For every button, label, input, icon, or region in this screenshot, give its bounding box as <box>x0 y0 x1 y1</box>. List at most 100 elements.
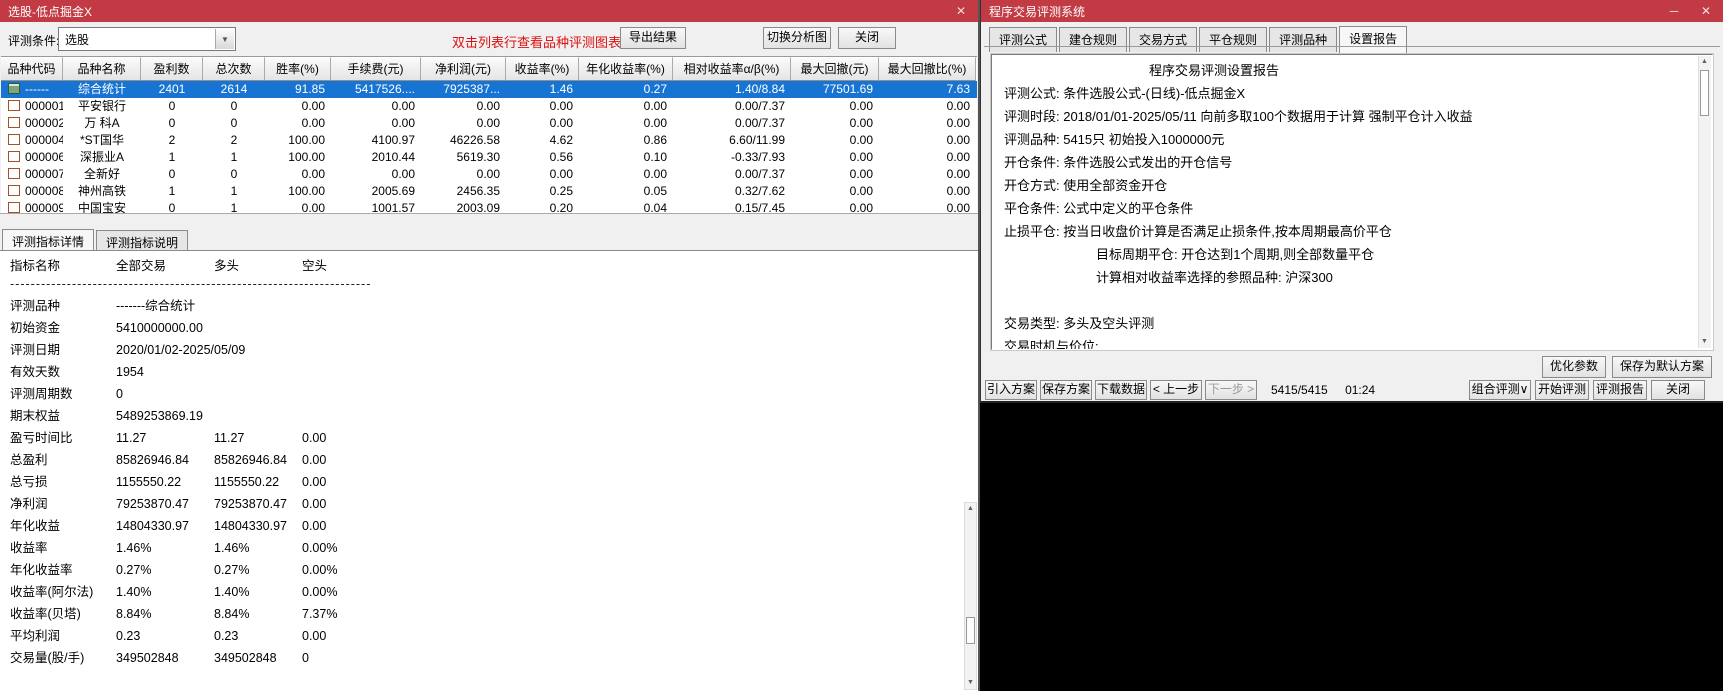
chevron-down-icon: ▼ <box>221 35 229 44</box>
column-header[interactable]: 最大回撤比(%) <box>879 57 976 81</box>
left-window-title: 选股-低点掘金X <box>8 3 92 20</box>
row-checkbox-icon[interactable] <box>8 83 20 94</box>
indicator-row: 评测品种 -------综合统计 <box>0 295 978 317</box>
switch-analysis-chart-button[interactable]: 切换分析图 <box>763 27 831 49</box>
panel-scrollbar[interactable]: ▲ ▼ <box>964 502 977 690</box>
indicator-row: 收益率(贝塔) 8.84% 8.84% 7.37% <box>0 603 978 625</box>
separator-dashes: ----------------------------------------… <box>10 273 371 295</box>
indicator-row: 净利润 79253870.47 79253870.47 0.00 <box>0 493 978 515</box>
column-header[interactable]: 收益率(%) <box>506 57 579 81</box>
option-button[interactable]: 保存为默认方案 <box>1612 356 1712 378</box>
table-header-row: 品种代码品种名称盈利数总次数胜率(%)手续费(元)净利润(元)收益率(%)年化收… <box>1 57 977 81</box>
panel-header-row: 指标名称 全部交易 多头 空头 <box>0 251 978 273</box>
report-lines: 评测公式: 条件选股公式-(日线)-低点掘金X评测时段: 2018/01/01-… <box>1004 82 1690 350</box>
close-icon[interactable]: ✕ <box>952 4 970 18</box>
left-toolbar: 评测条件: 选股 ▼ 双击列表行查看品种评测图表 导出结果 切换分析图 关闭 <box>0 22 978 56</box>
column-header[interactable]: 盈利数 <box>141 57 203 81</box>
report-line: 止损平仓: 按当日收盘价计算是否满足止损条件,按本周期最高价平仓 <box>1004 220 1690 243</box>
double-click-hint: 双击列表行查看品种评测图表 <box>452 32 621 51</box>
row-checkbox-icon[interactable] <box>8 100 20 111</box>
splitter[interactable] <box>0 213 978 228</box>
scroll-down-icon[interactable]: ▼ <box>1699 336 1710 348</box>
indicator-row: 平均利润 0.23 0.23 0.00 <box>0 625 978 647</box>
indicator-row: 年化收益率 0.27% 0.27% 0.00% <box>0 559 978 581</box>
action-button[interactable]: 评测报告 <box>1593 380 1647 400</box>
report-scrollbar[interactable]: ▲ ▼ <box>1698 56 1711 348</box>
column-header[interactable]: 手续费(元) <box>331 57 421 81</box>
report-line: 目标周期平仓: 开仓达到1个周期,则全部数量平仓 <box>1004 243 1690 266</box>
row-checkbox-icon[interactable] <box>8 117 20 128</box>
condition-combobox[interactable]: 选股 ▼ <box>58 27 236 51</box>
option-buttons: 优化参数保存为默认方案 <box>1542 356 1712 378</box>
export-results-button[interactable]: 导出结果 <box>620 27 686 49</box>
row-checkbox-icon[interactable] <box>8 151 20 162</box>
close-button[interactable]: 关闭 <box>838 27 896 49</box>
progress-indicator: 5415/5415 01:24 <box>1271 383 1375 397</box>
row-checkbox-icon[interactable] <box>8 202 20 213</box>
table-row[interactable]: 000004 *ST国华 2 2 100.00 4100.97 46226.58… <box>1 132 977 149</box>
scroll-up-icon[interactable]: ▲ <box>1699 56 1710 68</box>
combo-dropdown-button[interactable]: ▼ <box>215 29 234 49</box>
stock-selection-window: 选股-低点掘金X ✕ 评测条件: 选股 ▼ 双击列表行查看品种评测图表 导出结果… <box>0 0 980 691</box>
left-titlebar: 选股-低点掘金X ✕ <box>0 0 978 22</box>
settings-tab[interactable]: 交易方式 <box>1129 27 1197 52</box>
scheme-button[interactable]: 下载数据 <box>1095 380 1147 400</box>
right-titlebar: 程序交易评测系统 ─ ✕ <box>981 0 1723 22</box>
scrollbar-thumb[interactable] <box>1700 70 1709 116</box>
column-header[interactable]: 年化收益率(%) <box>579 57 673 81</box>
close-icon[interactable]: ✕ <box>1697 4 1715 18</box>
table-row[interactable]: 000008 神州高铁 1 1 100.00 2005.69 2456.35 0… <box>1 183 977 200</box>
settings-tab[interactable]: 评测品种 <box>1269 27 1337 52</box>
row-checkbox-icon[interactable] <box>8 168 20 179</box>
action-button[interactable]: 关闭 <box>1651 380 1705 400</box>
scheme-button[interactable]: 引入方案 <box>985 380 1037 400</box>
column-header[interactable]: 品种名称 <box>63 57 141 81</box>
indicator-row: 年化收益 14804330.97 14804330.97 0.00 <box>0 515 978 537</box>
table-row[interactable]: 000007 全新好 0 0 0.00 0.00 0.00 0.00 0.00 … <box>1 166 977 183</box>
action-button[interactable]: 组合评测∨ <box>1469 380 1531 400</box>
report-line: 评测公式: 条件选股公式-(日线)-低点掘金X <box>1004 82 1690 105</box>
indicator-row: 有效天数 1954 <box>0 361 978 383</box>
row-checkbox-icon[interactable] <box>8 185 20 196</box>
tab-panel-divider <box>984 46 1720 47</box>
table-row[interactable]: 000009 中国宝安 0 1 0.00 1001.57 2003.09 0.2… <box>1 200 977 213</box>
column-header[interactable]: 胜率(%) <box>265 57 331 81</box>
settings-tabs: 评测公式建仓规则交易方式平仓规则评测品种设置报告 <box>989 25 1409 52</box>
indicator-row: 交易量(股/手) 349502848 349502848 0 <box>0 647 978 669</box>
column-header[interactable]: 净利润(元) <box>421 57 506 81</box>
table-row[interactable]: 000006 深振业A 1 1 100.00 2010.44 5619.30 0… <box>1 149 977 166</box>
column-header[interactable]: 总次数 <box>203 57 265 81</box>
table-row[interactable]: 000002 万 科A 0 0 0.00 0.00 0.00 0.00 0.00… <box>1 115 977 132</box>
scheme-button[interactable]: 下一步 > <box>1205 380 1257 400</box>
scroll-down-icon[interactable]: ▼ <box>965 677 976 689</box>
scheme-button[interactable]: 保存方案 <box>1040 380 1092 400</box>
column-header[interactable]: 最大回撤(元) <box>791 57 879 81</box>
settings-tab[interactable]: 平仓规则 <box>1199 27 1267 52</box>
indicator-row: 总亏损 1155550.22 1155550.22 0.00 <box>0 471 978 493</box>
table-row[interactable]: 000001 平安银行 0 0 0.00 0.00 0.00 0.00 0.00… <box>1 98 977 115</box>
scrollbar-thumb[interactable] <box>966 617 975 644</box>
indicator-row: 初始资金 5410000000.00 <box>0 317 978 339</box>
settings-report-box: 程序交易评测设置报告 评测公式: 条件选股公式-(日线)-低点掘金X评测时段: … <box>991 54 1713 350</box>
scroll-up-icon[interactable]: ▲ <box>965 503 976 515</box>
report-line: 开仓方式: 使用全部资金开仓 <box>1004 174 1690 197</box>
indicator-row: 评测日期 2020/01/02-2025/05/09 <box>0 339 978 361</box>
settings-tab[interactable]: 评测公式 <box>989 27 1057 52</box>
report-line <box>1004 289 1690 312</box>
action-button[interactable]: 开始评测 <box>1535 380 1589 400</box>
results-table: 品种代码品种名称盈利数总次数胜率(%)手续费(元)净利润(元)收益率(%)年化收… <box>1 56 977 213</box>
scheme-button[interactable]: < 上一步 <box>1150 380 1202 400</box>
settings-tab[interactable]: 设置报告 <box>1339 26 1407 53</box>
report-line: 交易类型: 多头及空头评测 <box>1004 312 1690 335</box>
row-checkbox-icon[interactable] <box>8 134 20 145</box>
settings-tab[interactable]: 建仓规则 <box>1059 27 1127 52</box>
report-line: 交易时机与价位: <box>1004 335 1690 350</box>
option-button[interactable]: 优化参数 <box>1542 356 1606 378</box>
column-header[interactable]: 相对收益率α/β(%) <box>673 57 791 81</box>
indicator-row: 收益率 1.46% 1.46% 0.00% <box>0 537 978 559</box>
table-row[interactable]: ------ 综合统计 2401 2614 91.85 5417526.... … <box>1 81 977 98</box>
indicator-row: 盈亏时间比 11.27 11.27 0.00 <box>0 427 978 449</box>
column-header[interactable]: 品种代码 <box>1 57 63 81</box>
report-line: 评测品种: 5415只 初始投入1000000元 <box>1004 128 1690 151</box>
minimize-icon[interactable]: ─ <box>1665 4 1683 18</box>
